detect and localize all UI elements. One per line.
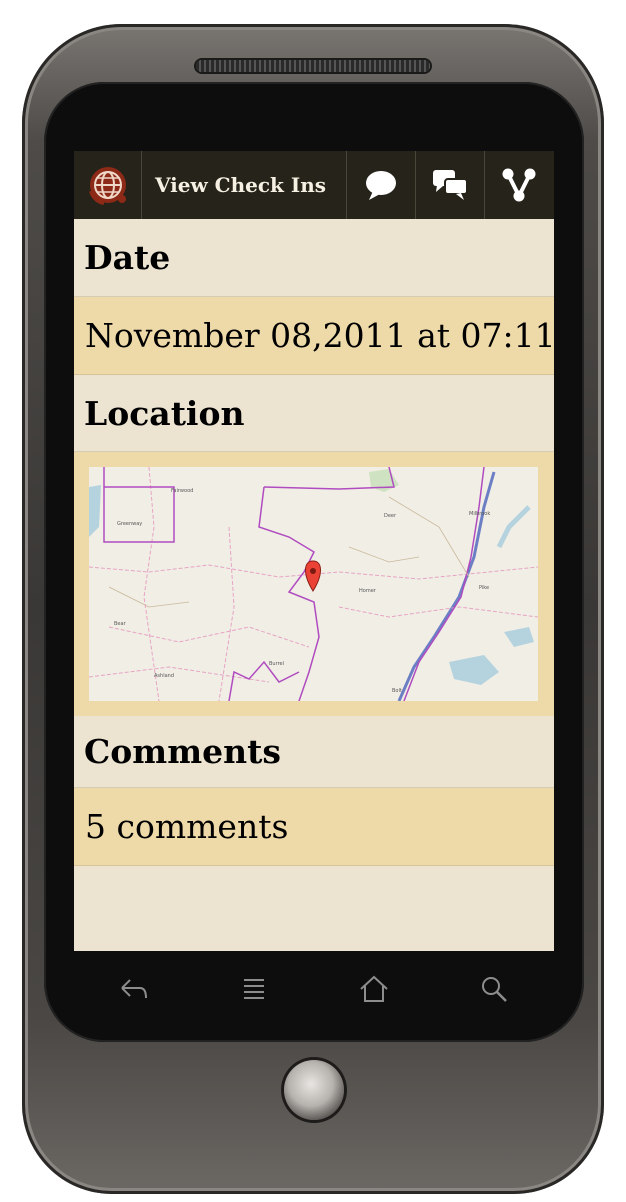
date-label: Date bbox=[74, 219, 554, 297]
speaker-grille bbox=[196, 60, 430, 72]
svg-text:Deer: Deer bbox=[384, 513, 397, 519]
back-key[interactable] bbox=[104, 967, 164, 1011]
share-button[interactable] bbox=[485, 151, 553, 219]
hardware-nav-keys bbox=[74, 965, 554, 1013]
svg-text:Pike: Pike bbox=[479, 585, 489, 591]
map-container: Fairwood Deer Milbrook Homer Pike Bear B… bbox=[74, 452, 554, 716]
search-key[interactable] bbox=[464, 967, 524, 1011]
comment-button[interactable] bbox=[347, 151, 416, 219]
svg-text:Homer: Homer bbox=[359, 588, 377, 594]
svg-text:Bear: Bear bbox=[114, 621, 127, 627]
globe-logo-icon bbox=[88, 167, 126, 205]
svg-text:Greenway: Greenway bbox=[117, 521, 142, 527]
page-title: View Check Ins bbox=[142, 151, 347, 219]
date-value: November 08,2011 at 07:11:00 bbox=[74, 297, 554, 375]
home-key[interactable] bbox=[344, 967, 404, 1011]
action-bar: View Check Ins bbox=[74, 151, 554, 219]
home-icon bbox=[360, 975, 388, 1002]
comments-list-button[interactable] bbox=[416, 151, 485, 219]
svg-text:Burrel: Burrel bbox=[269, 661, 284, 667]
svg-text:Fairwood: Fairwood bbox=[171, 488, 193, 494]
comments-count[interactable]: 5 comments bbox=[74, 788, 554, 866]
comments-label: Comments bbox=[74, 716, 554, 788]
location-map[interactable]: Fairwood Deer Milbrook Homer Pike Bear B… bbox=[89, 467, 538, 701]
app-logo-button[interactable] bbox=[74, 151, 142, 219]
menu-key[interactable] bbox=[224, 967, 284, 1011]
location-label: Location bbox=[74, 375, 554, 452]
chat-bubbles-icon bbox=[433, 170, 468, 200]
trackball[interactable] bbox=[284, 1060, 344, 1120]
svg-text:Bolt: Bolt bbox=[392, 688, 402, 694]
speech-bubble-icon bbox=[366, 171, 396, 200]
svg-text:Milbrook: Milbrook bbox=[469, 511, 490, 517]
svg-text:Ashland: Ashland bbox=[154, 673, 174, 679]
app-screen: View Check Ins Date November 08,2011 at … bbox=[74, 151, 554, 951]
back-icon bbox=[121, 979, 147, 999]
share-icon bbox=[502, 168, 536, 202]
search-icon bbox=[482, 977, 507, 1002]
map-graphic: Fairwood Deer Milbrook Homer Pike Bear B… bbox=[89, 467, 538, 701]
menu-icon bbox=[244, 979, 264, 999]
